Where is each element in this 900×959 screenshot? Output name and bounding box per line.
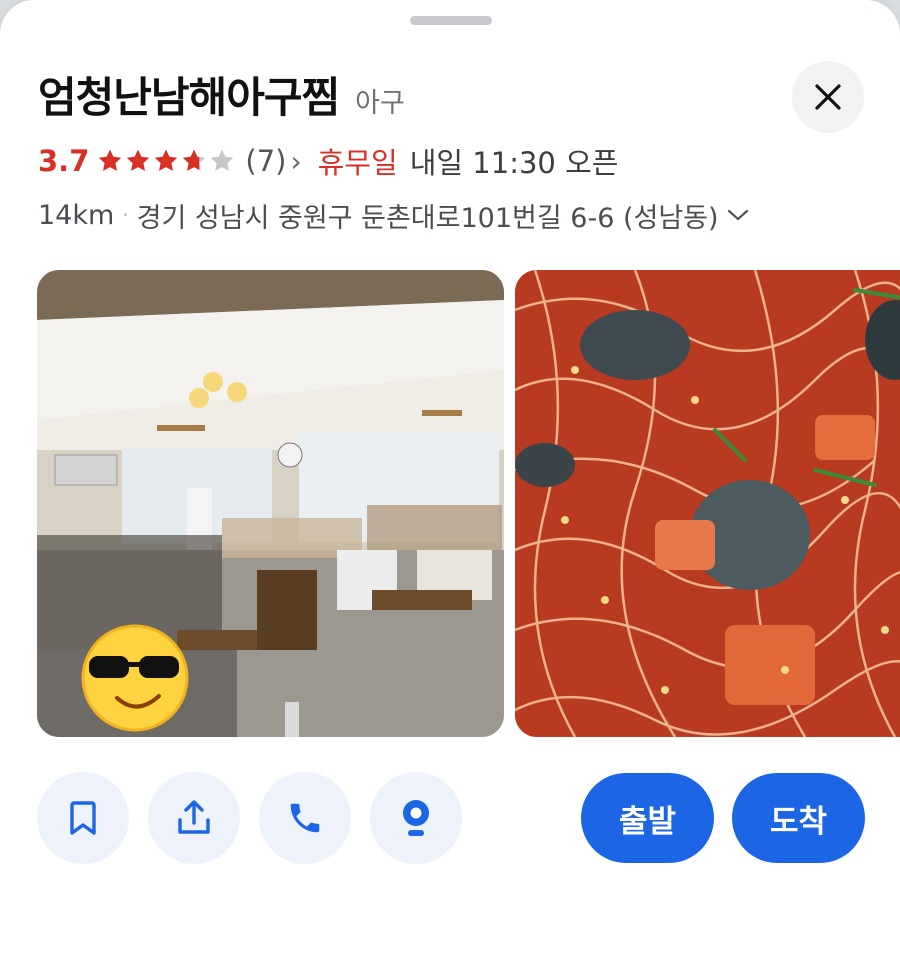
star-icon — [211, 149, 234, 171]
star-icon — [127, 149, 150, 171]
sheet-drag-handle[interactable] — [410, 16, 492, 25]
star-icon — [155, 149, 178, 171]
chevron-right-icon[interactable]: › — [290, 145, 301, 178]
bookmark-icon — [70, 801, 96, 835]
share-icon — [178, 800, 210, 834]
rating-score: 3.7 — [38, 144, 90, 178]
rating-row: 3.7 (7) › 휴무일 내일 11:30 오픈 — [38, 140, 618, 182]
star-icon — [99, 149, 122, 171]
braised-monkfish-dish-photo — [515, 270, 900, 737]
next-open-time: 내일 11:30 오픈 — [409, 146, 619, 180]
street-view-button[interactable] — [370, 772, 462, 864]
call-button[interactable] — [259, 772, 351, 864]
place-bottom-sheet: 엄청난남해아구찜 아구 3.7 (7) › 휴무일 내일 11:30 오픈 14… — [0, 0, 900, 959]
phone-icon — [290, 803, 320, 833]
quick-actions — [37, 772, 462, 864]
photo-restaurant-interior[interactable] — [37, 270, 504, 737]
place-category: 아구 — [355, 88, 405, 119]
share-button[interactable] — [148, 772, 240, 864]
star-icon — [183, 149, 206, 171]
distance: 14km — [38, 199, 115, 231]
chevron-down-icon[interactable] — [727, 208, 749, 222]
save-button[interactable] — [37, 772, 129, 864]
separator-dot: · — [122, 203, 129, 227]
business-status: 휴무일 — [317, 146, 398, 180]
review-count-link[interactable]: (7) — [245, 144, 286, 178]
restaurant-interior-photo — [37, 270, 504, 737]
close-button[interactable] — [792, 61, 864, 133]
route-arrive-button[interactable]: 도착 — [732, 773, 865, 863]
photo-food-dish[interactable] — [515, 270, 900, 737]
street-view-icon — [403, 800, 429, 836]
route-depart-button[interactable]: 출발 — [581, 773, 714, 863]
address-row[interactable]: 14km · 경기 성남시 중원구 둔촌대로101번길 6-6 (성남동) — [38, 194, 749, 236]
address-text: 경기 성남시 중원구 둔촌대로101번길 6-6 (성남동) — [136, 202, 719, 234]
title-row: 엄청난남해아구찜 아구 — [38, 64, 405, 124]
star-rating — [97, 148, 235, 174]
place-name: 엄청난남해아구찜 — [38, 73, 340, 122]
close-icon — [815, 84, 841, 110]
